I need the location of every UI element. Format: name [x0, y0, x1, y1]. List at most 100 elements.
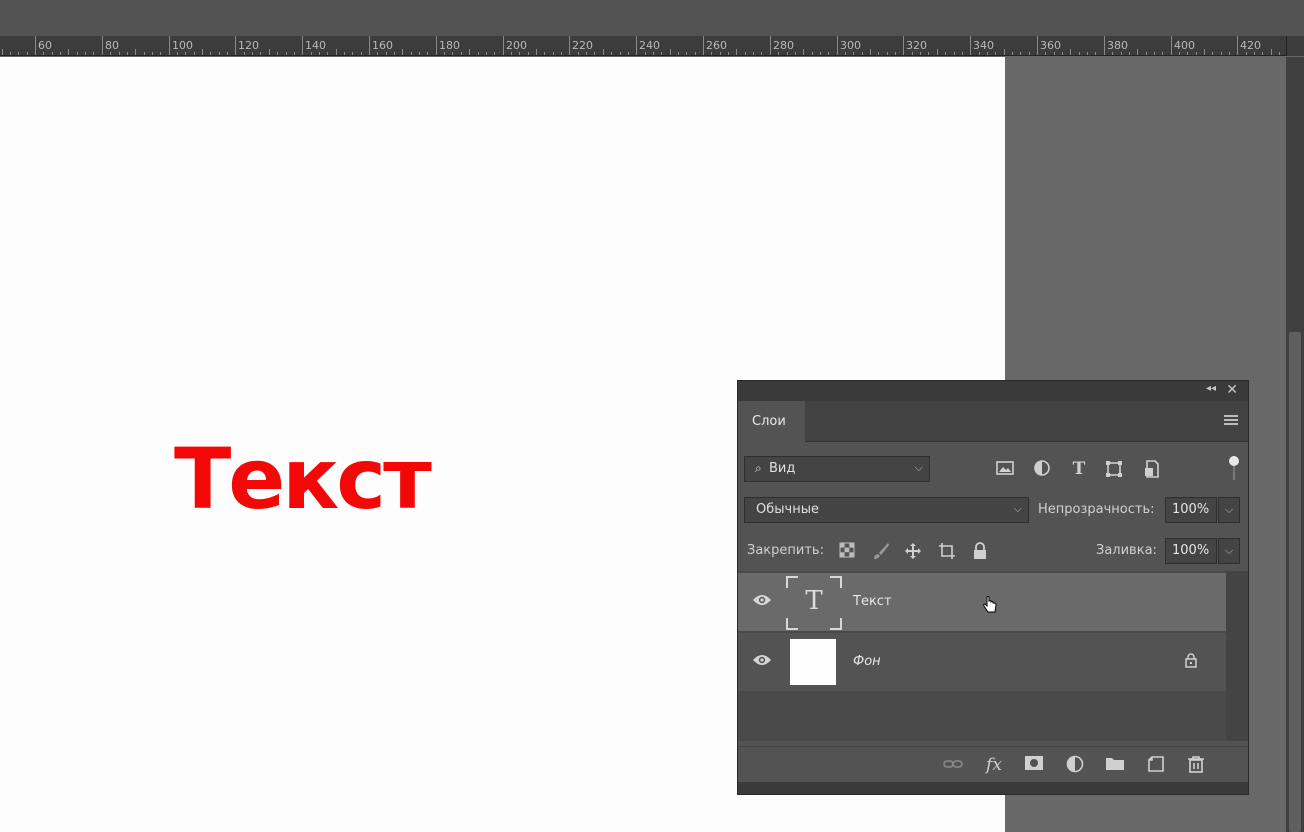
ruler-label: 300 — [840, 39, 861, 52]
ruler-tick — [653, 52, 654, 55]
layer-row-text[interactable]: T Текст — [738, 573, 1226, 631]
ruler-tick — [1262, 52, 1263, 55]
ruler-tick — [1062, 52, 1063, 55]
vertical-scrollbar[interactable] — [1286, 57, 1304, 832]
layer-list-scrollbar[interactable] — [1226, 571, 1248, 741]
lock-position-icon[interactable] — [904, 542, 922, 560]
ruler-tick — [269, 49, 270, 55]
visibility-eye-icon[interactable] — [752, 593, 772, 607]
filter-toggle-switch[interactable] — [1229, 456, 1239, 484]
ruler-label: 320 — [906, 39, 927, 52]
ruler-tick — [1271, 49, 1272, 55]
ruler-tick — [954, 52, 955, 55]
lock-transparent-pixels-icon[interactable] — [838, 542, 856, 560]
ruler-tick — [1279, 52, 1280, 55]
ruler-tick — [912, 52, 913, 55]
ruler-tick — [837, 36, 838, 55]
chevron-down-icon: ⌵ — [1013, 502, 1022, 515]
close-icon[interactable]: ✕ — [1226, 382, 1238, 398]
ruler-tick — [486, 52, 487, 55]
ruler-tick — [1254, 52, 1255, 55]
smart-object-filter-icon[interactable] — [1143, 460, 1161, 478]
lock-artboard-icon[interactable] — [938, 542, 956, 560]
ruler-tick — [803, 49, 804, 55]
layer-filter-select[interactable]: ⌕ Вид ⌵ — [744, 456, 930, 482]
opacity-input[interactable]: 100% — [1165, 497, 1217, 523]
ruler-tick — [678, 52, 679, 55]
scrollbar-thumb[interactable] — [1289, 332, 1301, 832]
ruler-tick — [60, 52, 61, 55]
ruler-tick — [578, 52, 579, 55]
layer-row-background[interactable]: Фон — [738, 633, 1226, 691]
canvas-text-layer[interactable]: Текст — [174, 437, 432, 521]
image-filter-icon[interactable] — [996, 460, 1014, 478]
ruler-tick — [2, 49, 3, 55]
blend-mode-select[interactable]: Обычные ⌵ — [744, 497, 1029, 523]
lock-label: Закрепить: — [747, 543, 824, 558]
new-layer-icon[interactable] — [1146, 755, 1166, 775]
fx-icon[interactable]: fx — [984, 755, 1004, 775]
ruler-tick — [202, 49, 203, 55]
panel-tab-row: Слои — [738, 401, 1248, 442]
layer-name[interactable]: Текст — [853, 594, 892, 609]
shape-filter-icon[interactable] — [1105, 460, 1123, 478]
panel-bottom-strip — [738, 782, 1248, 794]
ruler-tick — [594, 52, 595, 55]
ruler-tick — [1196, 52, 1197, 55]
fill-dropdown-button[interactable]: ⌵ — [1218, 538, 1240, 564]
ruler-tick — [519, 52, 520, 55]
ruler-tick — [369, 36, 370, 55]
ruler-tick — [970, 36, 971, 55]
ruler-tick — [745, 52, 746, 55]
ruler-tick — [620, 52, 621, 55]
fill-input[interactable]: 100% — [1165, 538, 1217, 564]
type-filter-icon[interactable]: T — [1070, 460, 1088, 478]
add-mask-icon[interactable] — [1024, 755, 1044, 775]
ruler-tick — [1079, 52, 1080, 55]
group-folder-icon[interactable] — [1105, 755, 1125, 775]
lock-image-pixels-icon[interactable] — [872, 542, 890, 560]
lock-all-icon[interactable] — [971, 542, 989, 560]
ruler-tick — [427, 52, 428, 55]
ruler-tick — [895, 52, 896, 55]
ruler-tick — [1070, 49, 1071, 55]
ruler-tick — [695, 52, 696, 55]
ruler-tick — [937, 49, 938, 55]
ruler-tick — [361, 52, 362, 55]
ruler-tick — [862, 52, 863, 55]
adjustment-filter-icon[interactable] — [1033, 460, 1051, 478]
ruler-tick — [244, 52, 245, 55]
ruler-tick — [152, 52, 153, 55]
ruler-tick — [194, 52, 195, 55]
ruler-label: 180 — [439, 39, 460, 52]
ruler-tick — [419, 52, 420, 55]
ruler-tick — [68, 49, 69, 55]
chevron-down-icon: ⌵ — [914, 461, 923, 474]
ruler-tick — [920, 52, 921, 55]
double-chevron-left-icon[interactable]: ◂◂ — [1206, 383, 1216, 394]
adjustment-layer-icon[interactable] — [1065, 755, 1085, 775]
fill-label: Заливка: — [1096, 543, 1157, 558]
opacity-dropdown-button[interactable]: ⌵ — [1218, 497, 1240, 523]
ruler-tick — [1137, 49, 1138, 55]
ruler-tick — [812, 52, 813, 55]
visibility-eye-icon[interactable] — [752, 653, 772, 667]
ruler-tick — [1121, 52, 1122, 55]
layer-name[interactable]: Фон — [853, 654, 881, 669]
layer-filter-value: Вид — [769, 461, 796, 476]
ruler-tick — [611, 52, 612, 55]
ruler-corner — [1286, 36, 1304, 56]
layers-panel: ◂◂ ✕ Слои ⌕ Вид ⌵ T Обычные ⌵ Непрозрачно… — [737, 380, 1249, 795]
ruler-tick — [503, 36, 504, 55]
trash-icon[interactable] — [1186, 755, 1206, 775]
ruler-tick — [903, 36, 904, 55]
tab-layers[interactable]: Слои — [738, 401, 805, 442]
ruler-tick — [787, 52, 788, 55]
ruler-tick — [411, 52, 412, 55]
ruler-tick — [219, 52, 220, 55]
ruler-tick — [127, 52, 128, 55]
ruler-label: 140 — [305, 39, 326, 52]
link-layers-icon[interactable] — [943, 755, 963, 775]
ruler-tick — [828, 52, 829, 55]
panel-menu-icon[interactable] — [1224, 415, 1238, 427]
